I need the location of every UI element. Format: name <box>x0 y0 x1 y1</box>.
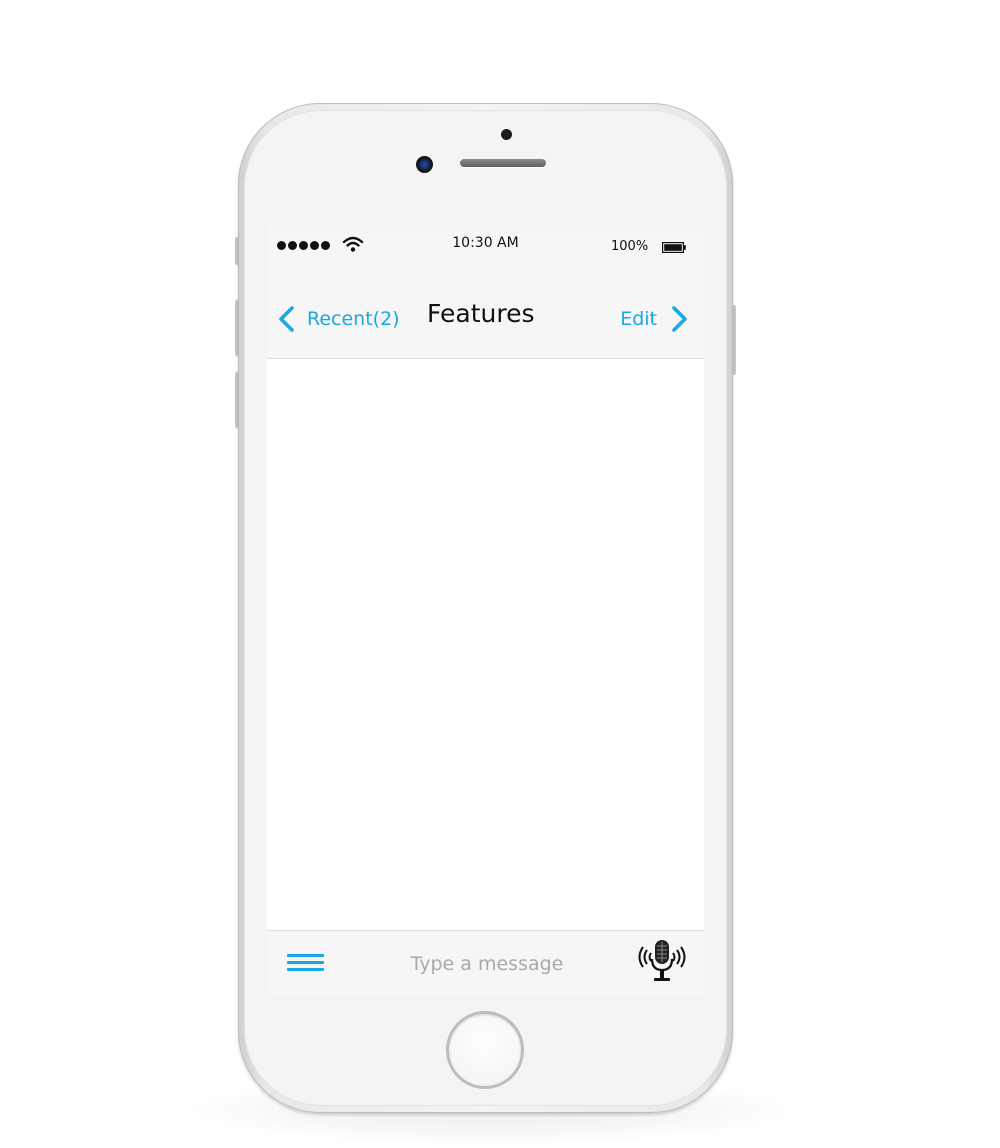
microphone-icon[interactable] <box>633 937 691 987</box>
conversation-area <box>267 359 704 930</box>
edit-button-label: Edit <box>620 308 657 330</box>
chevron-left-icon <box>279 306 294 332</box>
battery-icon <box>662 242 686 253</box>
phone-frame: 10:30 AM 100% Recent(2) Features Edit Ty… <box>238 103 733 1113</box>
back-button[interactable]: Recent(2) <box>277 301 400 337</box>
message-input[interactable] <box>377 948 597 980</box>
message-composer-bar <box>267 930 704 995</box>
home-button[interactable] <box>446 1011 524 1089</box>
back-button-label: Recent(2) <box>307 308 400 330</box>
page-title: Features <box>427 299 535 328</box>
edit-button[interactable]: Edit <box>620 301 689 337</box>
phone-screen: 10:30 AM 100% Recent(2) Features Edit Ty… <box>267 225 704 995</box>
menu-line <box>287 954 324 957</box>
navigation-bar: Recent(2) Features Edit <box>267 265 704 359</box>
proximity-sensor <box>501 129 512 140</box>
menu-line <box>287 968 324 971</box>
status-bar: 10:30 AM 100% <box>267 225 704 265</box>
stage: 10:30 AM 100% Recent(2) Features Edit Ty… <box>0 0 1000 1148</box>
earpiece-speaker <box>460 159 546 167</box>
menu-line <box>287 961 324 964</box>
battery-percentage: 100% <box>611 239 649 254</box>
chevron-right-icon <box>672 306 687 332</box>
hamburger-menu-icon[interactable] <box>287 951 325 977</box>
front-camera-icon <box>416 156 433 173</box>
